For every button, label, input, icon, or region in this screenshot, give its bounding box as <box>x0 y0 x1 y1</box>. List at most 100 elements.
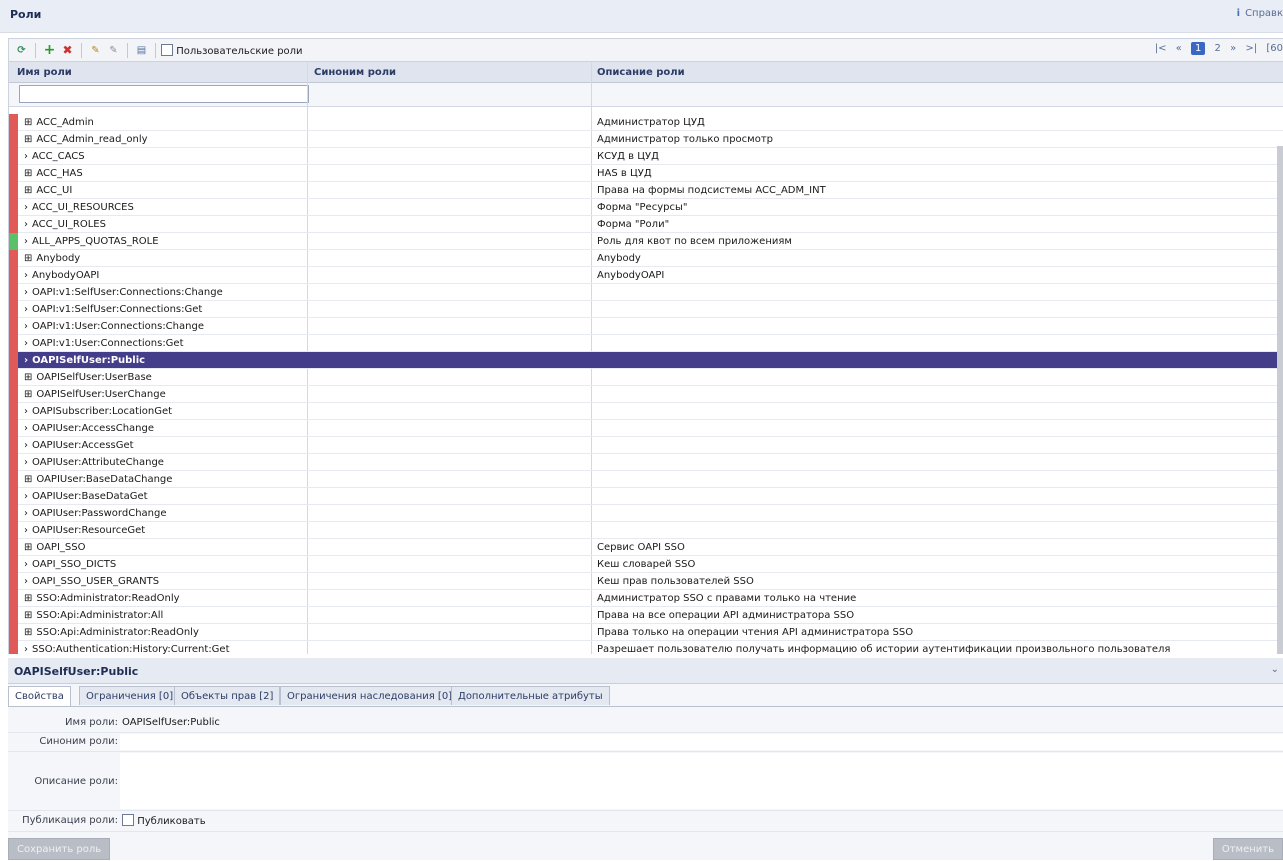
table-row[interactable]: ⊞ ACC_Admin Администратор ЦУД <box>9 114 1283 131</box>
table-row[interactable]: › OAPI:v1:SelfUser:Connections:Get <box>9 301 1283 318</box>
chevron-right-icon[interactable]: › <box>24 355 28 366</box>
page-2-button[interactable]: 2 <box>1215 43 1221 54</box>
table-row[interactable]: › OAPIUser:AccessChange <box>9 420 1283 437</box>
expand-icon[interactable]: ⊞ <box>24 610 32 621</box>
chevron-right-icon[interactable]: › <box>24 423 28 434</box>
table-row[interactable]: › ACC_CACS КСУД в ЦУД <box>9 148 1283 165</box>
chevron-right-icon[interactable]: › <box>24 287 28 298</box>
chevron-right-icon[interactable]: › <box>24 406 28 417</box>
tab-rights-objects[interactable]: Объекты прав [2] <box>174 686 281 705</box>
chevron-right-icon[interactable]: › <box>24 559 28 570</box>
cancel-button[interactable]: Отменить <box>1212 838 1283 860</box>
role-description-cell: Администратор SSO с правами только на чт… <box>597 593 857 604</box>
chevron-right-icon[interactable]: › <box>24 304 28 315</box>
expand-icon[interactable]: ⊞ <box>24 542 32 553</box>
chevron-right-icon[interactable]: › <box>24 508 28 519</box>
tab-additional-attributes[interactable]: Дополнительные атрибуты <box>451 686 610 705</box>
custom-roles-checkbox[interactable] <box>161 44 173 56</box>
table-row[interactable]: ⊞ SSO:Api:Administrator:All Права на все о… <box>9 607 1283 624</box>
role-description-cell: Разрешает пользователю получать информац… <box>597 644 1171 654</box>
expand-icon[interactable]: ⊞ <box>24 372 32 383</box>
expand-icon[interactable]: ⊞ <box>24 168 32 179</box>
table-row[interactable]: ⊞ OAPISelfUser:UserBase <box>9 369 1283 386</box>
edit-disabled-icon[interactable]: ✎ <box>105 42 122 59</box>
custom-roles-filter[interactable]: Пользовательские роли <box>161 44 303 57</box>
chevron-down-icon[interactable]: ⌄ <box>1271 664 1279 675</box>
last-page-button[interactable]: >| <box>1245 43 1257 54</box>
expand-icon[interactable]: ⊞ <box>24 185 32 196</box>
tab-properties[interactable]: Свойства <box>8 686 71 706</box>
table-row[interactable]: › AnybodyOAPI AnybodyOAPI <box>9 267 1283 284</box>
table-row[interactable]: › OAPISubscriber:LocationGet <box>9 403 1283 420</box>
first-page-button[interactable]: |< <box>1155 43 1167 54</box>
table-row[interactable]: › OAPIUser:AccessGet <box>9 437 1283 454</box>
column-header-role-name[interactable]: Имя роли <box>17 67 72 78</box>
table-row[interactable]: › ALL_APPS_QUOTAS_ROLE Роль для квот по вс… <box>9 233 1283 250</box>
role-name-text: OAPIUser:AccessGet <box>32 440 134 451</box>
chevron-right-icon[interactable]: › <box>24 525 28 536</box>
table-row[interactable]: › OAPIUser:BaseDataGet <box>9 488 1283 505</box>
edit-icon[interactable]: ✎ <box>87 42 104 59</box>
table-row[interactable]: ⊞ ACC_Admin_read_only Администратор только… <box>9 131 1283 148</box>
table-row[interactable]: › OAPIUser:ResourceGet <box>9 522 1283 539</box>
expand-icon[interactable]: ⊞ <box>24 627 32 638</box>
table-row[interactable]: ⊞ ACC_UI Права на формы подсистемы ACC_ADM… <box>9 182 1283 199</box>
column-header-synonym[interactable]: Синоним роли <box>314 67 396 78</box>
chevron-right-icon[interactable]: › <box>24 491 28 502</box>
table-row[interactable]: ⊞ OAPISelfUser:UserChange <box>9 386 1283 403</box>
table-row[interactable]: › ACC_UI_ROLES Форма "Роли" <box>9 216 1283 233</box>
tab-restrictions[interactable]: Ограничения [0] <box>79 686 181 705</box>
table-row[interactable]: ⊞ OAPI_SSO Сервис OAPI SSO <box>9 539 1283 556</box>
chevron-right-icon[interactable]: › <box>24 219 28 230</box>
status-marker <box>9 148 18 165</box>
add-icon[interactable]: + <box>41 42 58 59</box>
chevron-right-icon[interactable]: › <box>24 236 28 247</box>
column-header-description[interactable]: Описание роли <box>597 67 685 78</box>
expand-icon[interactable]: ⊞ <box>24 474 32 485</box>
synonym-field[interactable] <box>120 734 1283 750</box>
prev-page-button[interactable]: « <box>1176 43 1182 54</box>
table-row[interactable]: ⊞ SSO:Api:Administrator:ReadOnly Права тол… <box>9 624 1283 641</box>
expand-icon[interactable]: ⊞ <box>24 253 32 264</box>
table-row[interactable]: ⊞ ACC_HAS HAS в ЦУД <box>9 165 1283 182</box>
description-field[interactable] <box>120 753 1283 809</box>
table-row[interactable]: › OAPI:v1:SelfUser:Connections:Change <box>9 284 1283 301</box>
expand-icon[interactable]: ⊞ <box>24 593 32 604</box>
publish-checkbox[interactable] <box>122 814 134 826</box>
next-page-button[interactable]: » <box>1230 43 1236 54</box>
delete-icon[interactable]: ✖ <box>59 42 76 59</box>
table-row[interactable]: › OAPI:v1:User:Connections:Get <box>9 335 1283 352</box>
chevron-right-icon[interactable]: › <box>24 576 28 587</box>
expand-icon[interactable]: ⊞ <box>24 134 32 145</box>
chevron-right-icon[interactable]: › <box>24 270 28 281</box>
tab-inheritance-restrictions[interactable]: Ограничения наследования [0] <box>280 686 460 705</box>
table-row[interactable]: ⊞ OAPIUser:BaseDataChange <box>9 471 1283 488</box>
expand-icon[interactable]: ⊞ <box>24 389 32 400</box>
chevron-right-icon[interactable]: › <box>24 457 28 468</box>
chevron-right-icon[interactable]: › <box>24 321 28 332</box>
help-link[interactable]: i Справк <box>1237 8 1283 19</box>
role-name-filter-input[interactable] <box>19 85 309 103</box>
table-row[interactable]: ⊞ SSO:Administrator:ReadOnly Администратор… <box>9 590 1283 607</box>
scrollbar[interactable] <box>1277 146 1283 654</box>
table-row[interactable]: › ACC_UI_RESOURCES Форма "Ресурсы" <box>9 199 1283 216</box>
table-row[interactable]: › SSO:Authentication:History:Current:Get Р… <box>9 641 1283 654</box>
refresh-icon[interactable]: ⟳ <box>13 42 30 59</box>
table-row[interactable]: › OAPIUser:PasswordChange <box>9 505 1283 522</box>
chevron-right-icon[interactable]: › <box>24 151 28 162</box>
publish-toggle[interactable]: Публиковать <box>122 814 206 827</box>
table-row[interactable]: › OAPI_SSO_DICTS Кеш словарей SSO <box>9 556 1283 573</box>
export-icon[interactable]: ▤ <box>133 42 150 59</box>
table-row[interactable]: › OAPISelfUser:Public <box>9 352 1283 369</box>
expand-icon[interactable]: ⊞ <box>24 117 32 128</box>
chevron-right-icon[interactable]: › <box>24 440 28 451</box>
table-row[interactable]: › OAPIUser:AttributeChange <box>9 454 1283 471</box>
chevron-right-icon[interactable]: › <box>24 644 28 654</box>
table-row[interactable]: › OAPI_SSO_USER_GRANTS Кеш прав пользовате… <box>9 573 1283 590</box>
page-1-button[interactable]: 1 <box>1190 42 1206 55</box>
chevron-right-icon[interactable]: › <box>24 338 28 349</box>
table-row[interactable]: ⊞ Anybody Anybody <box>9 250 1283 267</box>
table-row[interactable]: › OAPI:v1:User:Connections:Change <box>9 318 1283 335</box>
chevron-right-icon[interactable]: › <box>24 202 28 213</box>
save-role-button[interactable]: Сохранить роль <box>8 838 111 860</box>
